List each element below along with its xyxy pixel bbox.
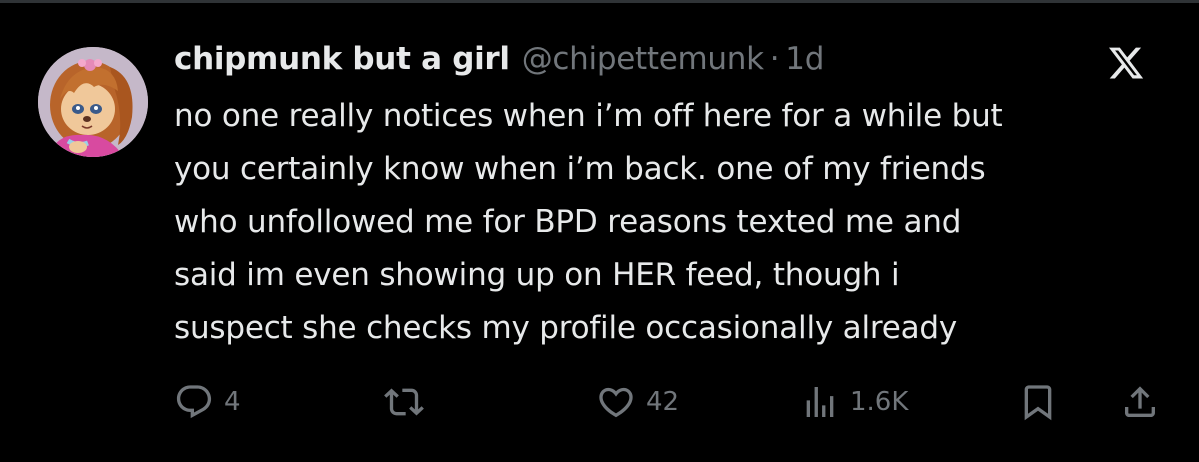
user-handle[interactable]: @chipettemunk	[522, 41, 764, 77]
avatar[interactable]	[38, 47, 148, 157]
display-name[interactable]: chipmunk but a girl	[174, 41, 510, 77]
top-divider	[0, 0, 1199, 3]
share-icon	[1125, 386, 1155, 417]
heart-icon	[599, 387, 633, 418]
tweet-actions: 4 42 1.6K	[0, 378, 1199, 426]
tweet-text-line: suspect she checks my profile occasional…	[174, 310, 958, 346]
avatar-image	[38, 47, 148, 157]
separator-dot: ·	[769, 41, 780, 77]
share-button[interactable]	[1120, 378, 1160, 426]
bookmark-icon	[1024, 385, 1052, 421]
tweet-text-line: you certainly know when i’m back. one of…	[174, 151, 986, 187]
like-count: 42	[646, 387, 680, 417]
retweet-button[interactable]	[384, 378, 434, 426]
like-button[interactable]: 42	[596, 378, 679, 426]
tweet-text: no one really notices when i’m off here …	[174, 90, 1184, 355]
timestamp[interactable]: 1d	[785, 41, 824, 77]
views-icon	[806, 387, 834, 417]
views-count: 1.6K	[850, 387, 909, 417]
views-button[interactable]: 1.6K	[800, 378, 908, 426]
reply-count: 4	[224, 387, 241, 417]
reply-icon	[176, 385, 212, 419]
tweet-text-line: who unfollowed me for BPD reasons texted…	[174, 204, 962, 240]
reply-button[interactable]: 4	[174, 378, 241, 426]
tweet-text-line: no one really notices when i’m off here …	[174, 98, 1003, 134]
bookmark-button[interactable]	[1018, 378, 1058, 426]
retweet-icon	[384, 388, 424, 416]
tweet-text-line: said im even showing up on HER feed, tho…	[174, 257, 900, 293]
tweet-header: chipmunk but a girl @chipettemunk · 1d	[174, 36, 824, 82]
x-logo-icon	[1108, 47, 1144, 79]
